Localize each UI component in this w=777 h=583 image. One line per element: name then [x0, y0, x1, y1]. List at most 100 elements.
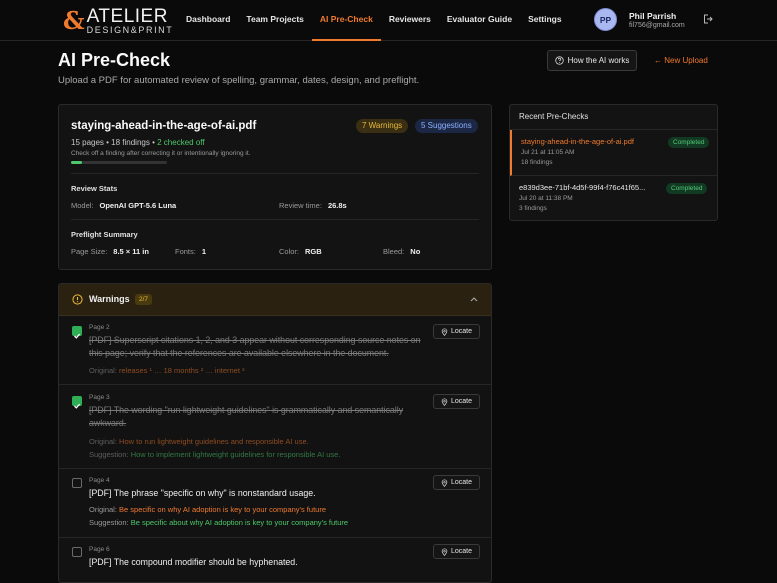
finding-checkbox[interactable] [72, 326, 82, 339]
finding-page: Page 4 [89, 477, 110, 484]
main-nav: Dashboard Team Projects AI Pre-Check Rev… [178, 0, 570, 41]
status-badge: Completed [666, 183, 708, 194]
warnings-header[interactable]: Warnings 2/7 [59, 284, 491, 316]
bleed-value: No [410, 247, 421, 256]
user-menu[interactable]: PP Phil Parrish fil756@gmail.com [594, 8, 685, 31]
ampersand-logo-mark: & [63, 6, 85, 35]
help-circle-icon [554, 56, 564, 65]
original-label: Original: [89, 505, 117, 514]
finding-text: [PDF] Superscript citations 1, 2, and 3 … [89, 335, 421, 358]
document-summary-card: staying-ahead-in-the-age-of-ai.pdf 7 War… [58, 104, 492, 270]
bleed-stat: Bleed: No [383, 247, 420, 256]
finding-suggestion: Suggestion: Be specific about why AI ado… [89, 518, 348, 527]
locate-label: Locate [450, 328, 473, 335]
page-subtitle: Upload a PDF for automated review of spe… [58, 75, 420, 86]
finding-page: Page 2 [89, 324, 110, 331]
locate-label: Locate [450, 479, 473, 486]
suggestion-value: How to implement lightweight guidelines … [130, 450, 341, 459]
nav-reviewers[interactable]: Reviewers [381, 0, 439, 41]
fonts-value: 1 [201, 247, 207, 256]
page-title: AI Pre-Check [58, 50, 171, 70]
locate-button[interactable]: Locate [433, 475, 480, 490]
recent-item[interactable]: e839d3ee-71bf-4d5f-99f4-f76c41f65... Jul… [510, 176, 717, 222]
locate-button[interactable]: Locate [433, 544, 480, 559]
map-pin-icon [441, 397, 448, 406]
recent-item[interactable]: staying-ahead-in-the-age-of-ai.pdf Jul 2… [510, 130, 717, 176]
warning-item: Page 4 [PDF] The phrase "specific on why… [59, 470, 491, 538]
suggestion-label: Suggestion: [89, 518, 129, 527]
top-navigation-bar: & ATELIER DESIGN&PRINT Dashboard Team Pr… [0, 0, 777, 41]
finding-text: [PDF] The phrase "specific on why" is no… [89, 488, 316, 498]
finding-original: Original: Be specific on why AI adoption… [89, 505, 326, 514]
divider [71, 219, 479, 220]
nav-settings[interactable]: Settings [520, 0, 570, 41]
warning-item: Page 3 [PDF] The wording "run lightweigh… [59, 386, 491, 469]
model-stat: Model: OpenAI GPT-5.6 Luna [71, 201, 176, 210]
recent-item-date: Jul 21 at 11:05 AM [521, 149, 575, 156]
checked-off-text: 2 checked off [157, 138, 205, 147]
original-value: releases ¹ … 18 months ² … internet ³ [119, 366, 245, 375]
checked-progress-bar [71, 161, 167, 164]
preflight-summary-heading: Preflight Summary [71, 230, 138, 239]
suggestion-label: Suggestion: [89, 450, 129, 459]
check-off-hint: Check off a finding after correcting it … [71, 150, 251, 157]
nav-dashboard[interactable]: Dashboard [178, 0, 238, 41]
finding-original: Original: releases ¹ … 18 months ² … int… [89, 366, 245, 375]
original-label: Original: [89, 437, 117, 446]
locate-button[interactable]: Locate [433, 324, 480, 339]
new-upload-link[interactable]: ← New Upload [654, 56, 708, 65]
recent-pre-checks-title: Recent Pre-Checks [510, 105, 717, 130]
recent-item-findings: 3 findings [519, 205, 547, 212]
finding-page: Page 6 [89, 546, 110, 553]
model-value: OpenAI GPT-5.6 Luna [99, 201, 177, 210]
map-pin-icon [441, 478, 448, 487]
suggestions-count-badge[interactable]: 5 Suggestions [415, 119, 478, 133]
warnings-progress-badge: 2/7 [135, 294, 153, 305]
how-ai-works-button[interactable]: How the AI works [547, 50, 637, 71]
page-size-label: Page Size: [71, 247, 108, 256]
finding-suggestion: Suggestion: How to implement lightweight… [89, 450, 340, 459]
locate-button[interactable]: Locate [433, 394, 480, 409]
review-time-stat: Review time: 26.8s [279, 201, 347, 210]
finding-original: Original: How to run lightweight guideli… [89, 437, 309, 446]
avatar[interactable]: PP [594, 8, 617, 31]
user-name: Phil Parrish [629, 10, 677, 21]
finding-checkbox[interactable] [72, 396, 82, 409]
fonts-stat: Fonts: 1 [175, 247, 206, 256]
finding-checkbox[interactable] [72, 547, 82, 557]
original-label: Original: [89, 366, 117, 375]
brand-logo[interactable]: & ATELIER DESIGN&PRINT [63, 7, 173, 35]
recent-pre-checks-panel: Recent Pre-Checks staying-ahead-in-the-a… [509, 104, 718, 221]
review-time-value: 26.8s [327, 201, 347, 210]
how-ai-works-label: How the AI works [567, 56, 630, 65]
suggestion-value: Be specific about why AI adoption is key… [130, 518, 349, 527]
finding-text: [PDF] The wording "run lightweight guide… [89, 405, 404, 428]
locate-label: Locate [450, 398, 473, 405]
warning-circle-icon [72, 294, 83, 305]
color-stat: Color: RGB [279, 247, 322, 256]
document-filename: staying-ahead-in-the-age-of-ai.pdf [71, 120, 257, 132]
brand-name: ATELIER [86, 6, 168, 27]
nav-evaluator-guide[interactable]: Evaluator Guide [439, 0, 520, 41]
review-stats-heading: Review Stats [71, 184, 118, 193]
recent-item-date: Jul 20 at 11:38 PM [519, 195, 573, 202]
check-icon [74, 333, 81, 339]
bleed-label: Bleed: [383, 247, 405, 256]
original-value: Be specific on why AI adoption is key to… [119, 505, 326, 514]
map-pin-icon [441, 327, 448, 336]
chevron-up-icon[interactable] [469, 295, 479, 303]
nav-ai-pre-check[interactable]: AI Pre-Check [311, 0, 381, 41]
warnings-panel: Warnings 2/7 Page 2 [PDF] Superscript ci… [58, 283, 492, 583]
brand-tagline: DESIGN&PRINT [86, 25, 174, 35]
finding-checkbox[interactable] [72, 478, 82, 488]
original-value: How to run lightweight guidelines and re… [119, 437, 309, 446]
warnings-count-badge[interactable]: 7 Warnings [356, 119, 409, 133]
page-size-stat: Page Size: 8.5 × 11 in [71, 247, 149, 256]
status-badge: Completed [668, 137, 710, 148]
logout-icon[interactable] [703, 14, 713, 24]
color-value: RGB [305, 247, 322, 256]
review-time-label: Review time: [279, 201, 322, 210]
nav-team-projects[interactable]: Team Projects [238, 0, 311, 41]
finding-text: [PDF] The compound modifier should be hy… [89, 557, 298, 567]
fonts-label: Fonts: [175, 247, 196, 256]
